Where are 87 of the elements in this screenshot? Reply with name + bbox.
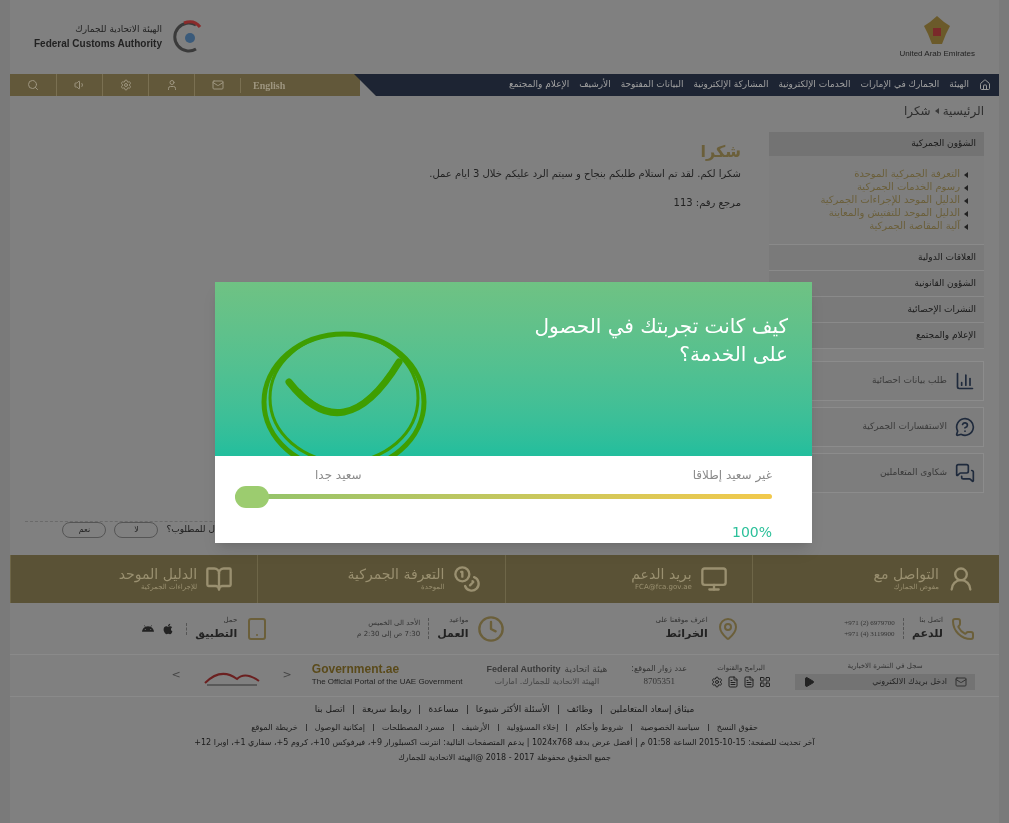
book-icon xyxy=(205,565,234,593)
rating-slider[interactable] xyxy=(235,486,772,508)
confirmation-message: شكرا لكم. لقد تم استلام طلبكم بنجاح و سيتم الرد عليكم خلال 3 ايام عمل. xyxy=(428,167,741,181)
coins-icon xyxy=(452,565,481,593)
logo-arabic-text: الهيئة الاتحادية للجمارك xyxy=(75,22,162,36)
sidebar-item[interactable]: العلاقات الدولية xyxy=(769,245,984,270)
newsletter-field[interactable]: ادخل بريدك الالكتروني xyxy=(795,673,975,690)
footer-link[interactable]: سياسة الخصوصية xyxy=(640,721,700,734)
footer-link[interactable]: الأسئلة الأكثر شيوعا xyxy=(475,703,550,717)
nav-link[interactable]: الخدمات الإلكترونية xyxy=(778,78,851,92)
nav-link[interactable]: الجمارك في الإمارات xyxy=(860,78,940,92)
nav-link[interactable]: الهيئة xyxy=(949,78,969,92)
page-title: شكرا xyxy=(699,141,741,163)
info-heading: للدعم xyxy=(911,625,943,642)
envelope-icon xyxy=(211,79,224,91)
footer-link[interactable]: الأرشيف xyxy=(461,721,490,734)
footer-link[interactable]: إخلاء المسؤولية xyxy=(506,721,559,734)
footer-link[interactable]: إمكانية الوصول xyxy=(314,721,365,734)
bullet-icon xyxy=(964,185,968,191)
reference-number: مرجع رقم: 113 xyxy=(672,196,741,210)
grid-icon[interactable] xyxy=(759,675,771,688)
rating-percent: 100% xyxy=(730,523,772,542)
footer-link[interactable]: حقوق النسخ xyxy=(716,721,758,734)
last-updated-text: آخر تحديث للصفحة: 15-10-2015 الساعة 01:58 م | أفضل عرض بدقة 1024x768 | يدعم المتصفحات التالية: انترنت اكسبلورار 9+، فيرفوكس 10+، كروم 5+، سفاري 1+، اوبرا 12+ xyxy=(194,736,815,749)
play-icon[interactable] xyxy=(803,675,815,688)
copyright-text: جميع الحقوق محفوظة 2017 - 2018 @الهيئة الاتحادية للجمارك xyxy=(398,751,611,764)
service-label: طلب بيانات احصائية xyxy=(871,374,947,388)
gear-icon xyxy=(119,79,132,91)
government-portal-subtitle: The Official Portal of the UAE Government xyxy=(311,676,463,688)
banner-title: الدليل الموحد xyxy=(118,565,198,582)
info-heading: الخرائط xyxy=(664,625,708,642)
logo-english-text: Federal Customs Authority xyxy=(34,37,162,52)
document-icon[interactable] xyxy=(743,675,755,688)
rating-slider-thumb[interactable] xyxy=(235,486,269,508)
feedback-question: ل للمطلوب؟ xyxy=(166,523,215,537)
government-portal-title: Government.ae xyxy=(311,663,401,676)
chat-icon xyxy=(955,463,975,483)
authority-english-text: Federal Authority xyxy=(486,662,561,676)
footer-link[interactable]: روابط سريعة xyxy=(362,703,412,717)
breadcrumb-link[interactable]: شكرا xyxy=(904,102,931,120)
bullet-icon xyxy=(964,211,968,217)
footer-link[interactable]: مساعدة xyxy=(428,703,459,717)
bullet-icon xyxy=(964,224,968,230)
android-icon[interactable] xyxy=(142,622,155,635)
home-icon[interactable] xyxy=(979,79,991,91)
question-bubble-icon xyxy=(955,417,975,437)
phone-icon xyxy=(951,616,975,641)
footer-link[interactable]: خريطة الموقع xyxy=(251,721,298,734)
nav-link[interactable]: الإعلام والمجتمع xyxy=(509,78,570,92)
nav-link[interactable]: المشاركة الإلكترونية xyxy=(693,78,769,92)
service-label: شكاوى المتعاملين xyxy=(879,466,947,480)
search-icon xyxy=(27,79,39,91)
footer-link[interactable]: مسرد المصطلحات xyxy=(382,721,445,734)
bullet-icon xyxy=(964,172,968,178)
previous-arrow[interactable]: < xyxy=(171,667,181,684)
breadcrumb-separator-icon xyxy=(934,108,939,114)
gear-icon[interactable] xyxy=(711,675,723,688)
footer-link[interactable]: اتصل بنا xyxy=(314,703,346,717)
banner-title: بريد الدعم xyxy=(631,565,692,582)
chart-icon xyxy=(955,371,975,391)
footer-link[interactable]: شروط وأحكام xyxy=(575,721,624,734)
authority-arabic-text: هيئة اتحادية xyxy=(564,662,608,676)
emblem-caption: United Arab Emirates xyxy=(899,48,975,60)
clock-icon xyxy=(476,614,505,643)
banner-title: التواصل مع xyxy=(873,565,939,582)
speaker-icon xyxy=(73,79,86,91)
banner-title: التعرفة الجمركية xyxy=(347,565,445,582)
info-heading: العمل xyxy=(437,625,469,642)
nav-link[interactable]: الأرشيف xyxy=(579,78,611,92)
sidebar-item[interactable]: الشؤون الجمركية xyxy=(769,132,984,156)
language-link[interactable]: English xyxy=(240,77,298,93)
visitors-count: 8705351 xyxy=(643,674,675,688)
footer-link[interactable]: وظائف xyxy=(566,703,593,717)
nav-link[interactable]: البيانات المفتوحة xyxy=(620,78,684,92)
person-icon xyxy=(165,79,178,91)
breadcrumb-link[interactable]: الرئيسية xyxy=(942,102,984,120)
info-heading: التطبيق xyxy=(195,625,238,642)
low-rating-label: غير سعيد إطلاقا xyxy=(692,467,772,484)
high-rating-label: سعيد جدا xyxy=(315,467,362,484)
next-arrow[interactable]: > xyxy=(282,667,292,684)
visitors-label: عدد زوار الموقع: xyxy=(631,662,687,675)
bullet-icon xyxy=(964,198,968,204)
apple-icon[interactable] xyxy=(162,622,175,635)
footer-link[interactable]: ميثاق إسعاد المتعاملين xyxy=(609,703,695,717)
service-label: الاستفسارات الجمركية xyxy=(862,420,947,434)
envelope-icon xyxy=(955,675,967,688)
monitor-icon xyxy=(699,565,728,593)
